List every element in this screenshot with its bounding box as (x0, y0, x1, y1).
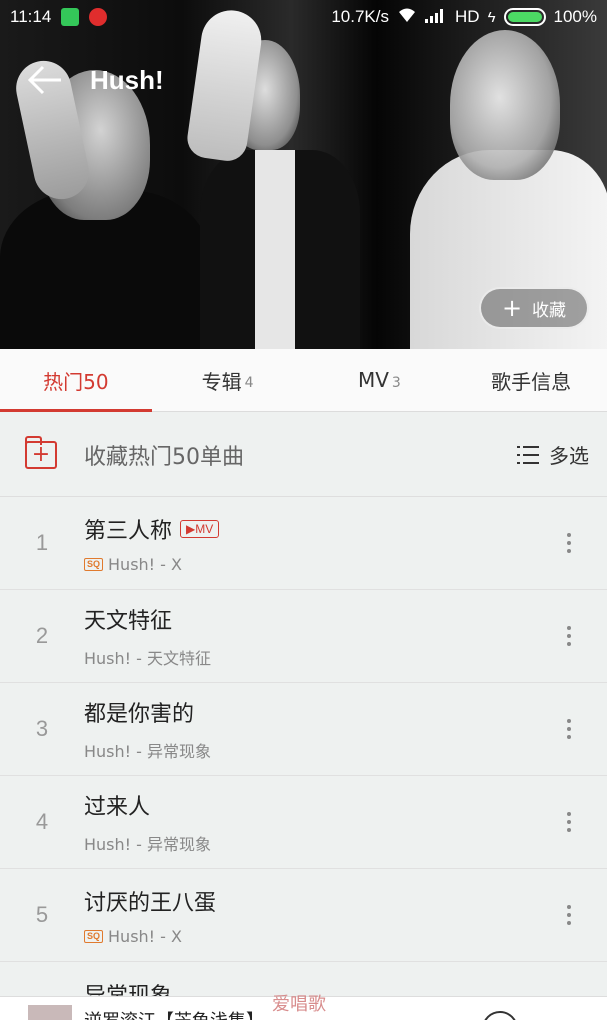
tab-label: MV (357, 368, 389, 392)
tab-count: 3 (391, 374, 401, 391)
song-row[interactable]: 5 讨厌的王八蛋 SQ Hush! - X (0, 869, 607, 962)
sq-badge-icon: SQ (84, 929, 104, 943)
song-title: 过来人 (84, 795, 151, 820)
song-row[interactable]: 3 都是你害的 Hush! - 异常现象 (0, 683, 607, 776)
song-artist-album: Hush! - X (108, 926, 182, 946)
now-playing-title: 逆罗滚江【芒龟浅集】 (84, 1007, 264, 1020)
song-title: 都是你害的 (84, 702, 195, 727)
artist-tabs: 热门50 专辑 4 MV 3 歌手信息 (0, 349, 607, 412)
watermark: 爱唱歌 (272, 994, 326, 1015)
collect-button-label: 收藏 (532, 300, 567, 321)
more-options-icon[interactable] (539, 792, 599, 852)
song-title: 讨厌的王八蛋 (84, 890, 217, 916)
back-button[interactable] (0, 50, 90, 110)
play-pause-button[interactable] (482, 1011, 518, 1020)
song-list: 1 第三人称 ▶MV SQ Hush! - X 2 天文特征 Hush! - 天… (0, 497, 607, 962)
tab-label: 专辑 (201, 369, 242, 394)
add-folder-icon[interactable]: + (25, 435, 57, 469)
album-thumbnail (28, 1005, 72, 1020)
song-artist-album: Hush! - X (108, 554, 182, 574)
netease-music-icon (89, 8, 108, 26)
song-index: 5 (35, 902, 49, 927)
mv-badge[interactable]: ▶MV (180, 519, 220, 538)
status-bar: 11:14 10.7K/s HD ϟ 100% (0, 0, 607, 34)
status-time: 11:14 (10, 7, 52, 26)
list-icon (517, 445, 539, 464)
signal-icon (425, 7, 447, 28)
tab-artist-info[interactable]: 歌手信息 (455, 349, 607, 411)
more-options-icon[interactable] (539, 699, 599, 759)
page-title: Hush! (90, 64, 164, 95)
song-row[interactable]: 1 第三人称 ▶MV SQ Hush! - X (0, 497, 607, 590)
battery-icon (503, 8, 546, 26)
plus-icon: + (501, 294, 523, 322)
app-notification-icon (61, 8, 80, 26)
song-index: 1 (35, 530, 49, 555)
multi-select-button[interactable]: 多选 (517, 440, 589, 469)
battery-percent: 100% (553, 7, 597, 26)
more-options-icon[interactable] (539, 606, 599, 666)
tab-mv[interactable]: MV 3 (304, 349, 456, 411)
collect-artist-button[interactable]: + 收藏 (479, 287, 589, 329)
collect-all-button[interactable]: 收藏热门50单曲 (84, 439, 244, 471)
song-title: 第三人称 (84, 518, 173, 544)
song-title: 天文特征 (84, 609, 173, 634)
song-row[interactable]: 4 过来人 Hush! - 异常现象 (0, 776, 607, 869)
song-index: 2 (35, 623, 49, 648)
tab-hot50[interactable]: 热门50 (0, 349, 152, 412)
tab-albums[interactable]: 专辑 4 (152, 349, 304, 411)
wifi-icon (397, 7, 417, 28)
song-index: 4 (35, 809, 49, 834)
tab-label: 热门50 (43, 369, 109, 394)
top-bar: Hush! (0, 50, 607, 110)
network-speed: 10.7K/s (331, 7, 389, 26)
collect-bar: + 收藏热门50单曲 多选 (0, 413, 607, 497)
song-artist-album: Hush! - 异常现象 (84, 835, 212, 854)
multi-select-label: 多选 (549, 444, 589, 468)
charging-icon: ϟ (487, 8, 496, 26)
song-row[interactable]: 2 天文特征 Hush! - 天文特征 (0, 590, 607, 683)
sq-badge-icon: SQ (84, 557, 104, 571)
tab-count: 4 (244, 374, 254, 391)
song-index: 3 (35, 716, 49, 741)
song-artist-album: Hush! - 天文特征 (84, 649, 212, 668)
arrow-left-icon (27, 65, 61, 95)
tab-label: 歌手信息 (491, 369, 572, 394)
more-options-icon[interactable] (539, 885, 599, 945)
song-artist-album: Hush! - 异常现象 (84, 742, 212, 761)
signal-type: HD (455, 7, 480, 26)
more-options-icon[interactable] (539, 513, 599, 573)
